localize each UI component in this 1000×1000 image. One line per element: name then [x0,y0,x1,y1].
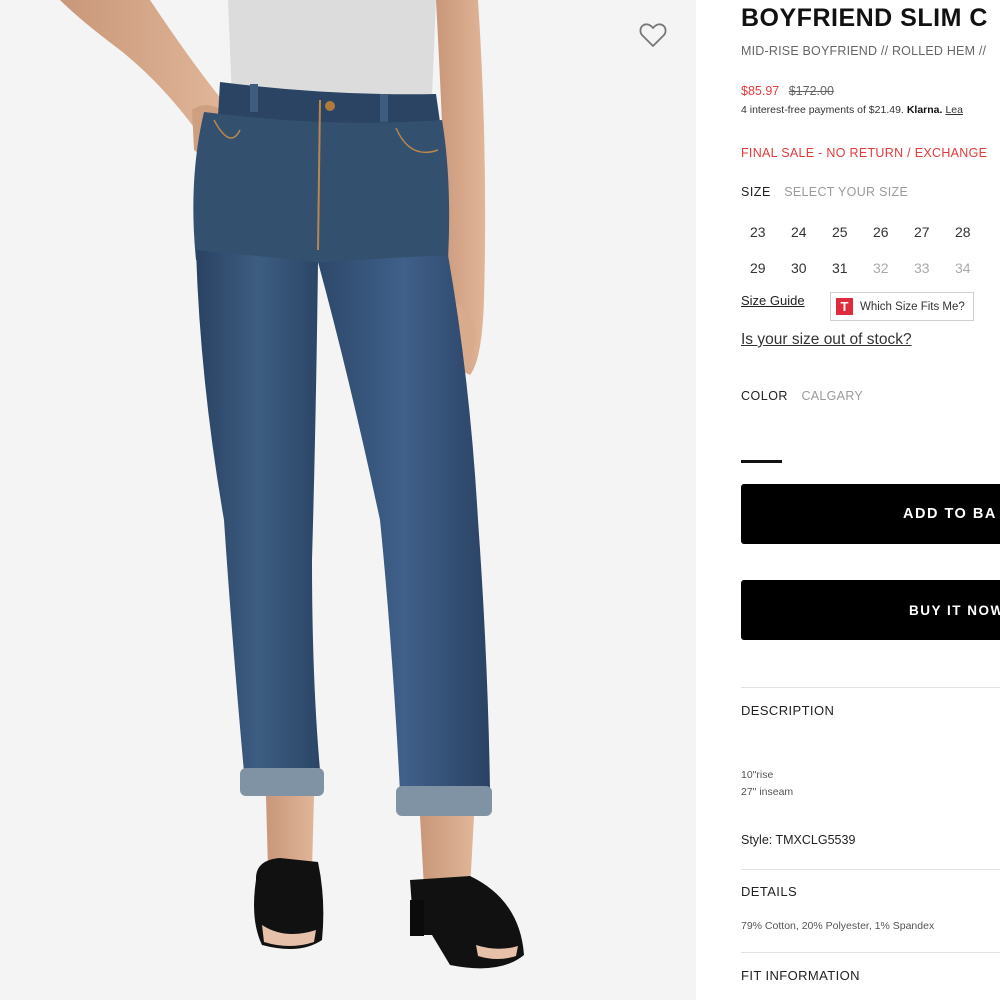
size-option[interactable]: 28 [946,214,987,250]
klarna-logo: Klarna. [906,104,943,116]
size-option[interactable]: 27 [905,214,946,250]
description-heading[interactable]: DESCRIPTION [741,703,834,718]
size-guide-link[interactable]: Size Guide [741,293,805,308]
divider [741,687,1000,688]
price-row: $85.97 $172.00 [741,84,834,98]
details-heading[interactable]: DETAILS [741,884,797,899]
product-info-panel: BOYFRIEND SLIM C MID-RISE BOYFRIEND // R… [741,0,1000,1000]
size-out-of-stock-link[interactable]: Is your size out of stock? [741,331,912,349]
size-label: SIZE [741,185,771,199]
sale-price: $85.97 [741,84,780,98]
inseam-spec: 27" inseam [741,786,794,798]
style-number: Style: TMXCLG5539 [741,833,856,847]
final-sale-notice: FINAL SALE - NO RETURN / EXCHANGE [741,146,988,160]
true-fit-logo-icon: T [836,298,853,315]
size-option[interactable]: 32 [864,250,905,286]
wishlist-button[interactable] [636,18,670,52]
product-page: BOYFRIEND SLIM C MID-RISE BOYFRIEND // R… [0,0,1000,1000]
klarna-installments: 4 interest-free payments of $21.49. Klarn… [741,104,963,116]
product-subtitle: MID-RISE BOYFRIEND // ROLLED HEM // [741,44,987,58]
product-image[interactable] [0,0,696,1000]
klarna-text: 4 interest-free payments of $21.49. [741,104,904,116]
klarna-learn-more-link[interactable]: Lea [945,104,963,116]
selected-color-swatch[interactable] [741,460,782,463]
size-option[interactable]: 26 [864,214,905,250]
size-prompt: SELECT YOUR SIZE [784,185,909,199]
size-option[interactable]: 30 [782,250,823,286]
color-value: CALGARY [801,389,864,403]
fit-finder-button[interactable]: T Which Size Fits Me? [830,292,974,321]
size-selector: 23 24 25 26 27 28 29 30 31 32 33 34 [741,214,987,286]
size-option[interactable]: 34 [946,250,987,286]
size-option[interactable]: 24 [782,214,823,250]
heart-outline-icon [639,23,667,47]
fabric-composition: 79% Cotton, 20% Polyester, 1% Spandex [741,920,935,932]
fit-finder-label: Which Size Fits Me? [860,300,965,313]
buy-now-button[interactable]: BUY IT NOW [741,580,1000,640]
rise-spec: 10"rise [741,769,774,781]
divider [741,869,1000,870]
add-to-bag-button[interactable]: ADD TO BA [741,484,1000,544]
original-price: $172.00 [788,84,834,98]
model-wearing-jeans-illustration [60,0,524,969]
size-option[interactable]: 29 [741,250,782,286]
product-title: BOYFRIEND SLIM C [741,4,988,32]
size-option[interactable]: 23 [741,214,782,250]
color-label: COLOR [741,389,788,403]
size-option[interactable]: 25 [823,214,864,250]
size-label-row: SIZE SELECT YOUR SIZE [741,185,908,199]
size-option[interactable]: 33 [905,250,946,286]
fit-information-heading[interactable]: FIT INFORMATION [741,968,860,983]
size-option[interactable]: 31 [823,250,864,286]
color-label-row: COLOR CALGARY [741,389,863,403]
divider [741,952,1000,953]
